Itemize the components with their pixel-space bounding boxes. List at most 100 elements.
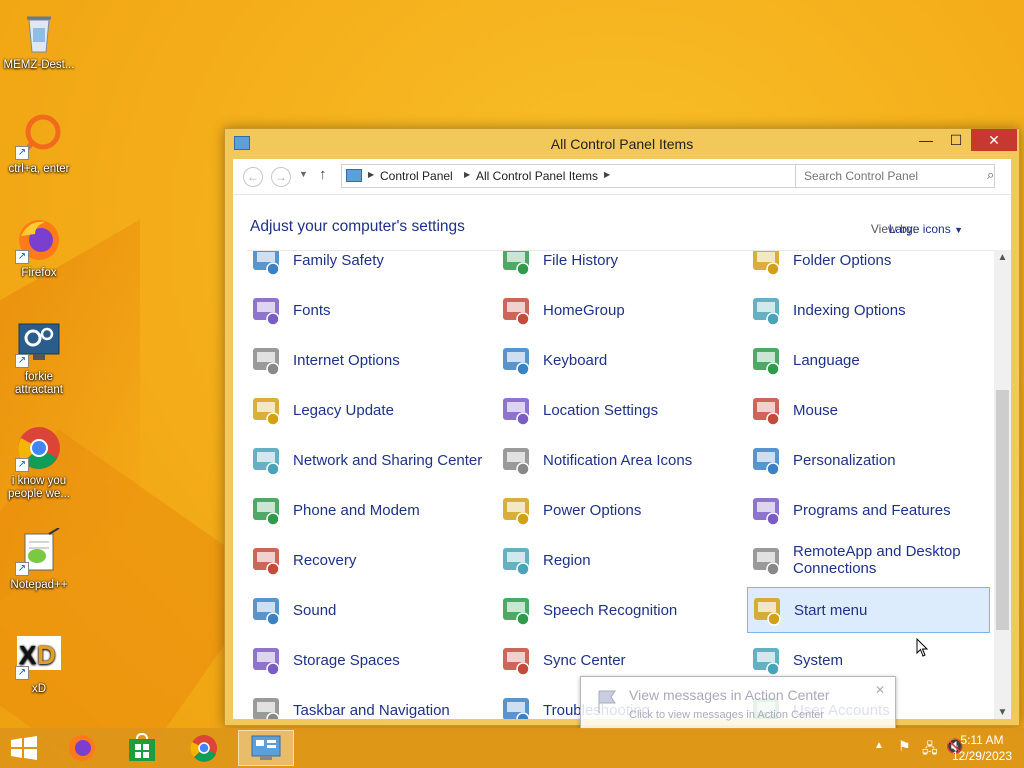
cp-item-location-settings[interactable]: Location Settings (497, 387, 740, 433)
firefox-icon: ↗ (15, 216, 63, 264)
cp-item-label: Notification Area Icons (543, 451, 693, 469)
cp-item-family-safety[interactable]: Family Safety (247, 251, 490, 283)
network-icon[interactable]: 🖧 (922, 738, 938, 762)
storage-spaces-icon (249, 643, 283, 677)
desktop-icon-chrome[interactable]: ↗ i know you people we... (0, 424, 78, 501)
notepadpp-icon: ↗ (15, 527, 63, 576)
cp-item-label: Indexing Options (793, 301, 906, 319)
cp-item-speech-recognition[interactable]: Speech Recognition (497, 587, 740, 633)
breadcrumb-separator-icon[interactable]: ▶ (368, 170, 374, 179)
title-bar[interactable]: All Control Panel Items — ☐ ✕ (225, 129, 1019, 159)
desktop-icon-label: forkie attractant (15, 371, 63, 396)
taskbar-firefox[interactable] (54, 730, 110, 766)
desktop-icon-label: MEMZ-Dest... (3, 59, 75, 71)
scroll-down-icon[interactable]: ▼ (994, 707, 1011, 718)
cp-item-sound[interactable]: Sound (247, 587, 490, 633)
cp-item-fonts[interactable]: Fonts (247, 287, 490, 333)
cp-item-label: RemoteApp and Desktop Connections (793, 543, 961, 577)
desktop-icon-notepadpp[interactable]: ↗ Notepad++ (0, 527, 78, 592)
cp-item-legacy-update[interactable]: Legacy Update (247, 387, 490, 433)
close-button[interactable]: ✕ (971, 129, 1017, 151)
personalization-icon (749, 443, 783, 477)
maximize-button[interactable]: ☐ (941, 129, 971, 151)
control-panel-icon (346, 169, 362, 182)
search-icon[interactable]: ⌕ (987, 167, 994, 183)
cp-item-file-history[interactable]: File History (497, 251, 740, 283)
network-icon (249, 443, 283, 477)
cp-item-language[interactable]: Language (747, 337, 990, 383)
homegroup-icon (499, 293, 533, 327)
desktop-icon-label: ctrl+a, enter (8, 163, 70, 175)
cp-item-label: Taskbar and Navigation (293, 701, 450, 719)
taskbar-chrome[interactable] (176, 730, 232, 766)
search-input[interactable] (795, 164, 995, 188)
cp-item-power-options[interactable]: Power Options (497, 487, 740, 533)
start-button[interactable] (10, 736, 38, 760)
minimize-button[interactable]: — (911, 129, 941, 151)
desktop-icon-firefox[interactable]: ↗ Firefox (0, 216, 78, 280)
forward-arrow-icon[interactable]: → (271, 167, 291, 187)
breadcrumb-separator-icon[interactable]: ▶ (604, 170, 610, 179)
breadcrumb-control-panel[interactable]: Control Panel (380, 169, 453, 183)
cp-item-notification-area[interactable]: Notification Area Icons (497, 437, 740, 483)
action-center-notification[interactable]: View messages in Action Center Click to … (580, 676, 896, 730)
cp-item-programs-features[interactable]: Programs and Features (747, 487, 990, 533)
cp-item-mouse[interactable]: Mouse (747, 387, 990, 433)
desktop-icon-xd[interactable]: XD ↗ xD (0, 632, 78, 696)
remoteapp-icon (749, 543, 783, 577)
clock-date: 12/29/2023 (951, 749, 1012, 763)
cp-item-recovery[interactable]: Recovery (247, 537, 490, 583)
up-arrow-icon[interactable]: ↑ (319, 166, 327, 183)
svg-text:D: D (37, 640, 56, 670)
cp-item-internet-options[interactable]: Internet Options (247, 337, 490, 383)
close-icon[interactable]: ✕ (875, 683, 885, 697)
notification-subtitle: Click to view messages in Action Center (629, 709, 825, 721)
desktop-icon-forkie[interactable]: ↗ forkie attractant (0, 320, 78, 397)
cp-item-taskbar-navigation[interactable]: Taskbar and Navigation (247, 687, 490, 719)
cp-item-remoteapp[interactable]: RemoteApp and Desktop Connections (747, 537, 990, 583)
legacy-update-icon (249, 393, 283, 427)
back-arrow-icon[interactable]: ← (243, 167, 263, 187)
taskbar-control-panel[interactable] (238, 730, 294, 766)
desktop-icon-recycle-bin[interactable]: MEMZ-Dest... (0, 8, 78, 72)
desktop-icon-ctrl-a[interactable]: ↗ ctrl+a, enter (0, 112, 78, 176)
chevron-down-icon: ▼ (954, 225, 963, 235)
troubleshooting-icon (499, 693, 533, 719)
clock[interactable]: 5:11 AM 12/29/2023 (952, 732, 1012, 764)
cp-item-label: Keyboard (543, 351, 608, 369)
cp-item-label: Storage Spaces (293, 651, 400, 669)
sync-center-icon (499, 643, 533, 677)
navigation-bar: ← → ▼ ↑ ▶ Control Panel ▶ All Control Pa… (233, 159, 1011, 195)
breadcrumb-separator-icon[interactable]: ▶ (464, 170, 470, 179)
chrome-icon: ↗ (15, 424, 63, 472)
taskbar-store[interactable] (114, 730, 170, 766)
cp-item-indexing-options[interactable]: Indexing Options (747, 287, 990, 333)
desktop-icon-label: i know you people we... (7, 475, 70, 500)
cp-item-label: System (793, 651, 844, 669)
chrome-icon (190, 735, 217, 762)
cp-item-label: Family Safety (293, 251, 384, 269)
cp-item-label: Legacy Update (293, 401, 394, 419)
address-bar[interactable]: ▶ Control Panel ▶ All Control Panel Item… (341, 164, 821, 188)
cp-item-label: Programs and Features (793, 501, 951, 519)
show-hidden-icons-icon[interactable]: ▲ (874, 740, 884, 751)
breadcrumb-all-items[interactable]: All Control Panel Items (476, 169, 598, 183)
cp-item-homegroup[interactable]: HomeGroup (497, 287, 740, 333)
cp-item-personalization[interactable]: Personalization (747, 437, 990, 483)
cp-item-start-menu[interactable]: Start menu (747, 587, 990, 633)
system-tray: ▲ ⚑ 🖧 🔇 5:11 AM 12/29/2023 (824, 728, 1024, 768)
recent-locations-dropdown-icon[interactable]: ▼ (299, 169, 308, 179)
view-by-dropdown[interactable]: Large icons ▼ (889, 222, 963, 236)
cp-item-phone-modem[interactable]: Phone and Modem (247, 487, 490, 533)
cp-item-region[interactable]: Region (497, 537, 740, 583)
cp-item-keyboard[interactable]: Keyboard (497, 337, 740, 383)
cp-item-storage-spaces[interactable]: Storage Spaces (247, 637, 490, 683)
notification-area-icon (499, 443, 533, 477)
vertical-scrollbar[interactable]: ▲ ▼ (994, 250, 1011, 719)
cp-item-folder-options[interactable]: Folder Options (747, 251, 990, 283)
scroll-up-icon[interactable]: ▲ (994, 252, 1011, 263)
sound-icon (249, 593, 283, 627)
cp-item-network[interactable]: Network and Sharing Center (247, 437, 490, 483)
action-center-flag-icon[interactable]: ⚑ (898, 738, 911, 755)
scroll-thumb[interactable] (996, 390, 1009, 630)
